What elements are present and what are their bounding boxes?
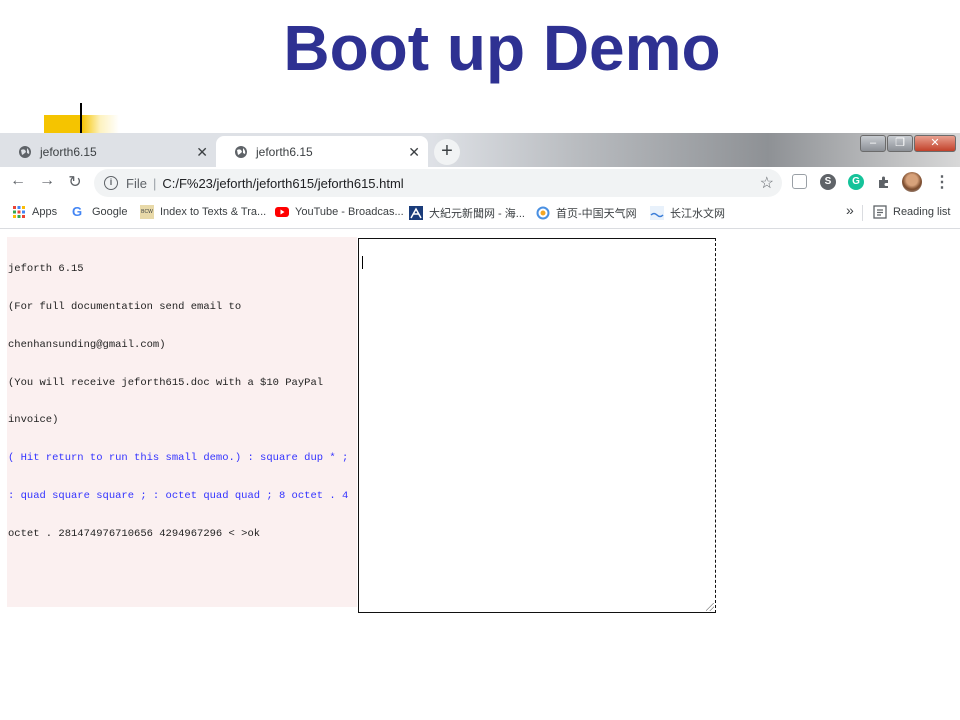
minimize-button[interactable]: – [860,135,886,152]
page-content: jeforth 6.15 (For full documentation sen… [0,230,960,720]
reading-list-icon [873,205,887,219]
bookmark-apps[interactable]: Apps [12,205,57,219]
bookmarks-bar: Apps G Google BCW Index to Texts & Tra..… [0,197,960,229]
scheme-label: File [126,175,147,191]
apps-grid-icon [13,206,25,218]
tab-title: jeforth6.15 [256,144,313,159]
weather-icon [536,206,550,220]
forward-arrow-icon[interactable]: → [37,172,57,190]
bookmarks-divider [862,205,863,221]
bookmark-label: 大紀元新聞网 - 海... [429,208,525,220]
reading-list-button[interactable]: Reading list [873,205,950,219]
hydrology-icon [650,206,664,220]
extension-icon[interactable] [792,174,807,189]
kebab-menu-icon[interactable]: ⋮ [934,172,950,192]
window-close-button[interactable]: ✕ [914,135,956,152]
window-controls: – ❐ ✕ [859,135,956,152]
globe-icon [235,145,247,158]
navigation-toolbar: ← → ↻ i File | C:/F%23/jeforth/jeforth61… [0,167,960,197]
bookmark-label: 长江水文网 [670,208,725,220]
bookmark-star-icon[interactable]: ☆ [760,173,774,193]
skype-icon[interactable]: S [820,174,836,190]
globe-icon [19,145,31,158]
resize-grip-icon[interactable] [706,603,714,611]
address-separator: | [152,175,157,191]
close-icon[interactable]: ✕ [196,144,208,161]
new-tab-button[interactable]: + [434,139,460,165]
console-line: (For full documentation send email to [8,300,242,313]
console-line: chenhansunding@gmail.com) [8,338,166,351]
profile-avatar[interactable] [902,172,922,192]
console-line: jeforth 6.15 [8,263,84,276]
puzzle-extensions-icon[interactable] [876,174,892,190]
bullet-marker [80,103,82,133]
bookmark-hydrology[interactable]: 长江水文网 [650,205,725,221]
google-icon: G [72,204,83,219]
bookmark-label: Apps [32,206,58,218]
bcw-icon: BCW [140,205,154,219]
grammarly-icon[interactable]: G [848,174,864,190]
reload-icon[interactable]: ↻ [65,172,85,192]
console-line: invoice) [8,414,59,427]
address-bar[interactable]: i File | C:/F%23/jeforth/jeforth615/jefo… [94,169,782,197]
browser-window: jeforth6.15 ✕ jeforth6.15 ✕ + – ❐ ✕ ← → … [0,133,960,720]
info-icon[interactable]: i [104,176,118,190]
bookmark-label: 首页-中国天气网 [556,208,637,220]
epochtimes-icon [409,206,423,220]
tab-title: jeforth6.15 [40,144,97,159]
maximize-button[interactable]: ❐ [887,135,913,152]
tab-jeforth-1[interactable]: jeforth6.15 ✕ [0,136,216,167]
demo-command-line: : quad square square ; : octet quad quad… [8,489,349,502]
text-caret [362,256,363,269]
forth-console-output: jeforth 6.15 (For full documentation sen… [7,237,357,607]
console-line: (You will receive jeforth615.doc with a … [8,376,324,389]
url-text[interactable]: C:/F%23/jeforth/jeforth615/jeforth615.ht… [162,176,403,191]
reading-list-label: Reading list [893,206,951,218]
back-arrow-icon[interactable]: ← [8,172,28,190]
bookmark-youtube[interactable]: YouTube - Broadcas... [275,205,404,219]
forth-input-textarea[interactable] [358,238,716,613]
result-line: octet . 281474976710656 4294967296 < >ok [8,527,261,540]
bookmark-index-texts[interactable]: BCW Index to Texts & Tra... [140,205,266,219]
tab-jeforth-2[interactable]: jeforth6.15 ✕ [216,136,428,167]
demo-command-line: ( Hit return to run this small demo.) : … [8,452,349,465]
close-icon[interactable]: ✕ [408,144,420,161]
bookmark-weather[interactable]: 首页-中国天气网 [536,205,637,221]
bookmark-google[interactable]: G Google [72,205,127,219]
bookmark-epochtimes[interactable]: 大紀元新聞网 - 海... [409,205,525,221]
slide-title: Boot up Demo [283,12,721,84]
tab-strip: jeforth6.15 ✕ jeforth6.15 ✕ + – ❐ ✕ [0,133,960,167]
youtube-icon [275,207,289,217]
bookmark-label: Index to Texts & Tra... [160,206,267,218]
bookmark-label: YouTube - Broadcas... [295,206,404,218]
bookmarks-overflow-button[interactable]: » [846,202,854,218]
bookmark-label: Google [92,206,128,218]
